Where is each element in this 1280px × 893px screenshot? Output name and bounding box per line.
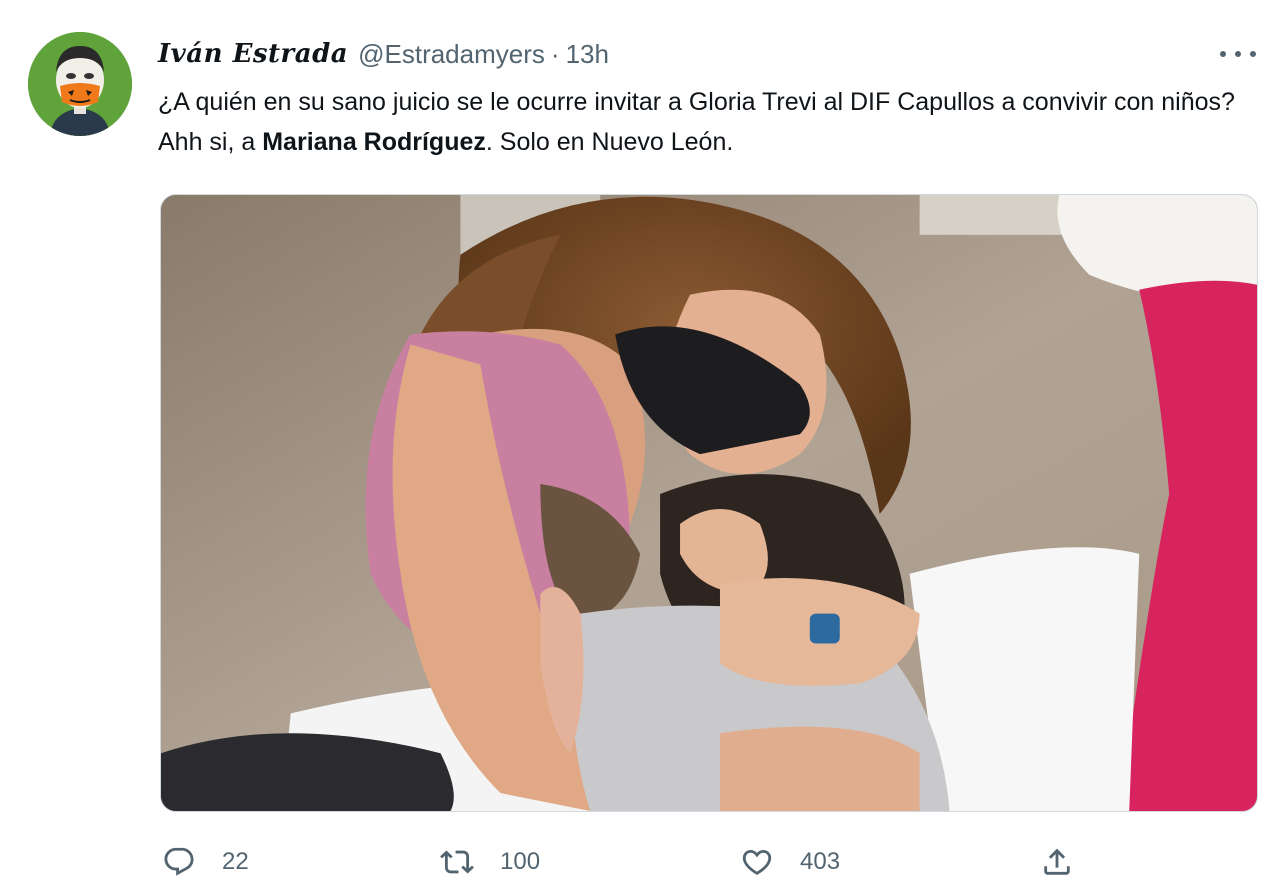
like-button[interactable]: 403: [740, 838, 840, 886]
more-icon[interactable]: [1220, 44, 1256, 64]
timestamp[interactable]: 13h: [566, 39, 609, 70]
tweet-header: Iván Estrada @Estradamyers · 13h: [158, 34, 609, 74]
tweet-photo[interactable]: [160, 194, 1258, 812]
tweet-text-part2: . Solo en Nuevo León.: [485, 128, 734, 156]
reply-icon: [164, 847, 194, 876]
share-button[interactable]: [1040, 838, 1074, 886]
like-count: 403: [800, 848, 841, 875]
avatar[interactable]: [28, 32, 132, 136]
action-bar: 22 100 403: [160, 838, 1258, 886]
user-handle[interactable]: @Estradamyers: [358, 39, 545, 70]
share-icon: [1044, 848, 1070, 875]
reply-button[interactable]: 22: [162, 838, 249, 886]
display-name[interactable]: Iván Estrada: [158, 39, 348, 69]
retweet-button[interactable]: 100: [440, 838, 540, 886]
mention-link[interactable]: Mariana Rodríguez: [262, 128, 486, 156]
tweet-text: ¿A quién en su sano juicio se le ocurre …: [158, 82, 1248, 162]
reply-count: 22: [222, 848, 249, 875]
retweet-icon: [440, 850, 474, 874]
retweet-count: 100: [500, 848, 541, 875]
separator-dot: ·: [550, 38, 560, 69]
heart-icon: [742, 849, 772, 875]
